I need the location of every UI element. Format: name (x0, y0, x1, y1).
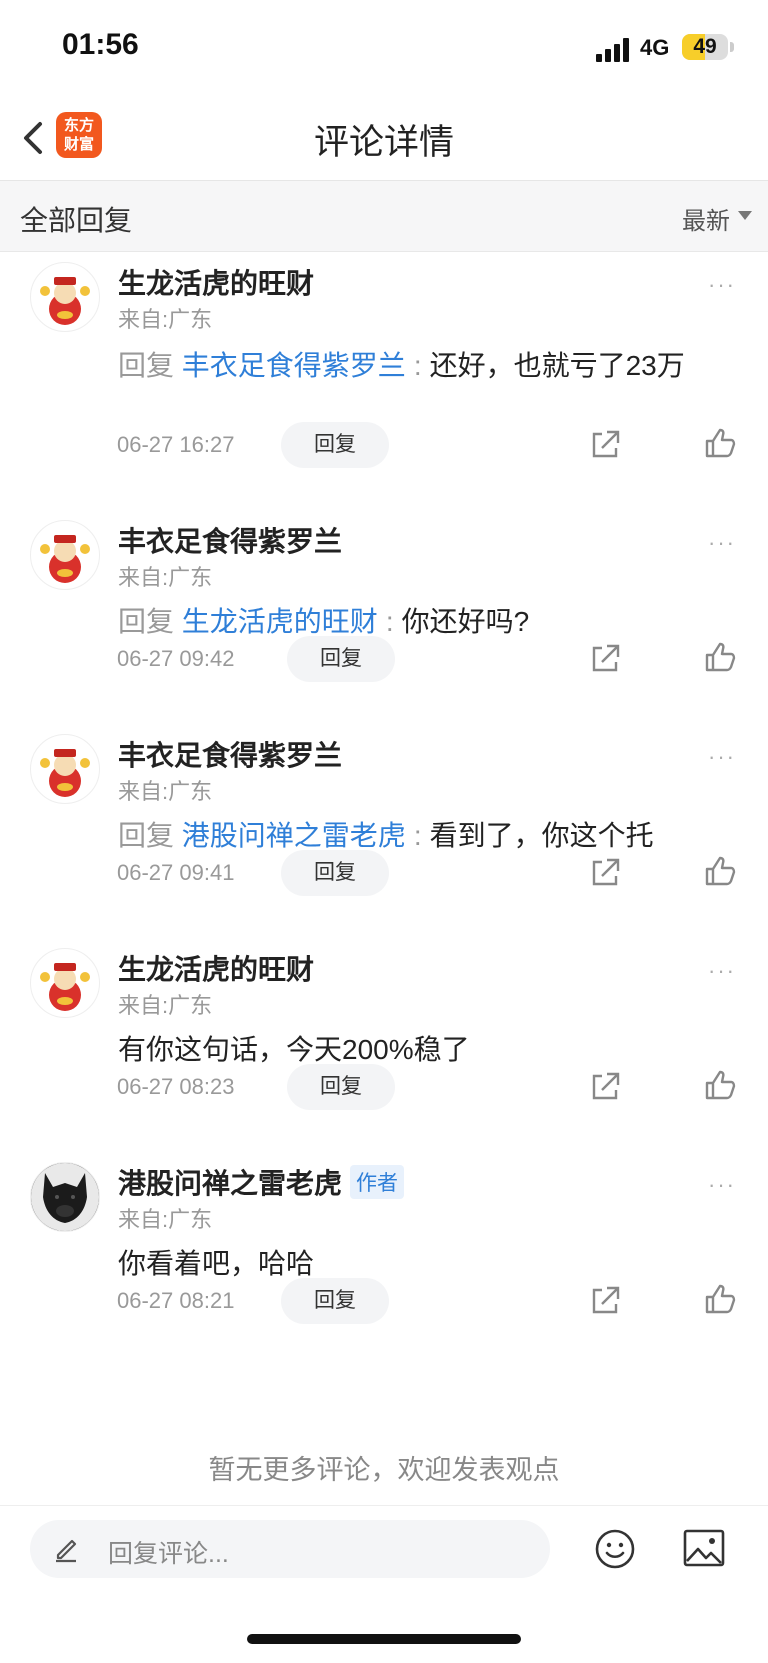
reply-button[interactable]: 回复 (281, 422, 389, 468)
sort-dropdown[interactable]: 最新 (682, 201, 730, 236)
reply-button[interactable]: 回复 (281, 850, 389, 896)
image-icon[interactable] (682, 1528, 726, 1568)
location: 来自:广东 (118, 1207, 213, 1232)
reply-prefix: 回复 (118, 820, 175, 851)
reply-button[interactable]: 回复 (287, 1064, 395, 1110)
comment-text: 回复 生龙活虎的旺财: 你还好吗? (118, 606, 530, 637)
username[interactable]: 丰衣足食得紫罗兰 (118, 734, 342, 774)
share-icon[interactable] (588, 642, 622, 676)
comment-body: 你看着吧，哈哈 (118, 1248, 315, 1279)
comment-date: 06-27 08:23 (117, 1074, 235, 1099)
nav-bar: 东方 财富 评论详情 (0, 96, 768, 181)
signal-icon (596, 38, 629, 62)
share-icon[interactable] (588, 1070, 622, 1104)
location: 来自:广东 (118, 565, 213, 590)
comment-date: 06-27 08:21 (117, 1288, 235, 1313)
battery-icon: 49 (682, 34, 728, 60)
avatar-icon (40, 749, 90, 797)
reply-input-placeholder: 回复评论... (108, 1540, 229, 1568)
comment-body: 有你这句话，今天200%稳了 (118, 1034, 470, 1065)
like-icon[interactable] (703, 640, 737, 674)
avatar[interactable] (30, 262, 100, 332)
avatar[interactable] (30, 1162, 100, 1232)
avatar[interactable] (30, 734, 100, 804)
comment-date: 06-27 09:41 (117, 860, 235, 885)
share-icon[interactable] (588, 1284, 622, 1318)
username[interactable]: 生龙活虎的旺财 (118, 948, 314, 988)
avatar[interactable] (30, 520, 100, 590)
like-icon[interactable] (703, 854, 737, 888)
emoji-icon[interactable] (594, 1528, 636, 1570)
like-icon[interactable] (703, 426, 737, 460)
comment-body: 还好，也就亏了23万 (429, 350, 685, 381)
username[interactable]: 港股问禅之雷老虎 作者 (118, 1162, 405, 1202)
avatar-icon (40, 963, 90, 1011)
battery-level: 49 (693, 35, 717, 58)
pencil-icon (56, 1539, 77, 1563)
reply-target[interactable]: 丰衣足食得紫罗兰 (182, 350, 406, 381)
avatar-icon (40, 277, 90, 325)
reply-target[interactable]: 生龙活虎的旺财 (182, 606, 378, 637)
avatar[interactable] (30, 948, 100, 1018)
reply-prefix: 回复 (118, 350, 175, 381)
reply-target[interactable]: 港股问禅之雷老虎 (182, 820, 406, 851)
reply-prefix: 回复 (118, 606, 175, 637)
avatar-icon (40, 535, 90, 583)
comment-text: 回复 丰衣足食得紫罗兰: 还好，也就亏了23万 (118, 350, 685, 381)
battery-tip (730, 42, 734, 52)
avatar-icon (31, 1163, 99, 1231)
reply-button[interactable]: 回复 (287, 636, 395, 682)
comment-text: 回复 港股问禅之雷老虎: 看到了，你这个托 (118, 820, 654, 851)
comment-date: 06-27 16:27 (117, 432, 235, 457)
comment-text: 你看着吧，哈哈 (118, 1240, 718, 1288)
network-type: 4G (640, 35, 670, 60)
author-badge: 作者 (350, 1165, 405, 1199)
chevron-down-icon[interactable] (738, 211, 752, 220)
more-options-icon[interactable]: ··· (708, 530, 736, 556)
reply-button[interactable]: 回复 (281, 1278, 389, 1324)
more-options-icon[interactable]: ··· (708, 272, 736, 298)
comment-text: 有你这句话，今天200%稳了 (118, 1026, 718, 1074)
all-replies-label: 全部回复 (20, 205, 133, 236)
page-title: 评论详情 (313, 123, 454, 162)
reply-input[interactable]: 回复评论... (30, 1520, 550, 1578)
username[interactable]: 丰衣足食得紫罗兰 (118, 520, 342, 560)
home-indicator (247, 1634, 521, 1644)
share-icon[interactable] (588, 428, 622, 462)
location: 来自:广东 (118, 993, 213, 1018)
status-bar: 01:56 4G 49 (0, 0, 768, 96)
location: 来自:广东 (118, 779, 213, 804)
bottom-bar: 回复评论... (0, 1505, 768, 1616)
comment-date: 06-27 09:42 (117, 646, 235, 671)
more-options-icon[interactable]: ··· (708, 744, 736, 770)
like-icon[interactable] (703, 1282, 737, 1316)
username[interactable]: 生龙活虎的旺财 (118, 262, 314, 302)
share-icon[interactable] (588, 856, 622, 890)
more-options-icon[interactable]: ··· (708, 1172, 736, 1198)
comment-body: 看到了，你这个托 (429, 820, 654, 851)
status-time: 01:56 (62, 28, 139, 61)
comment-body: 你还好吗? (401, 606, 530, 637)
location: 来自:广东 (118, 307, 213, 332)
more-options-icon[interactable]: ··· (708, 958, 736, 984)
like-icon[interactable] (703, 1068, 737, 1102)
no-more-comments: 暂无更多评论，欢迎发表观点 (208, 1455, 560, 1485)
filter-bar: 全部回复 最新 (0, 181, 768, 252)
